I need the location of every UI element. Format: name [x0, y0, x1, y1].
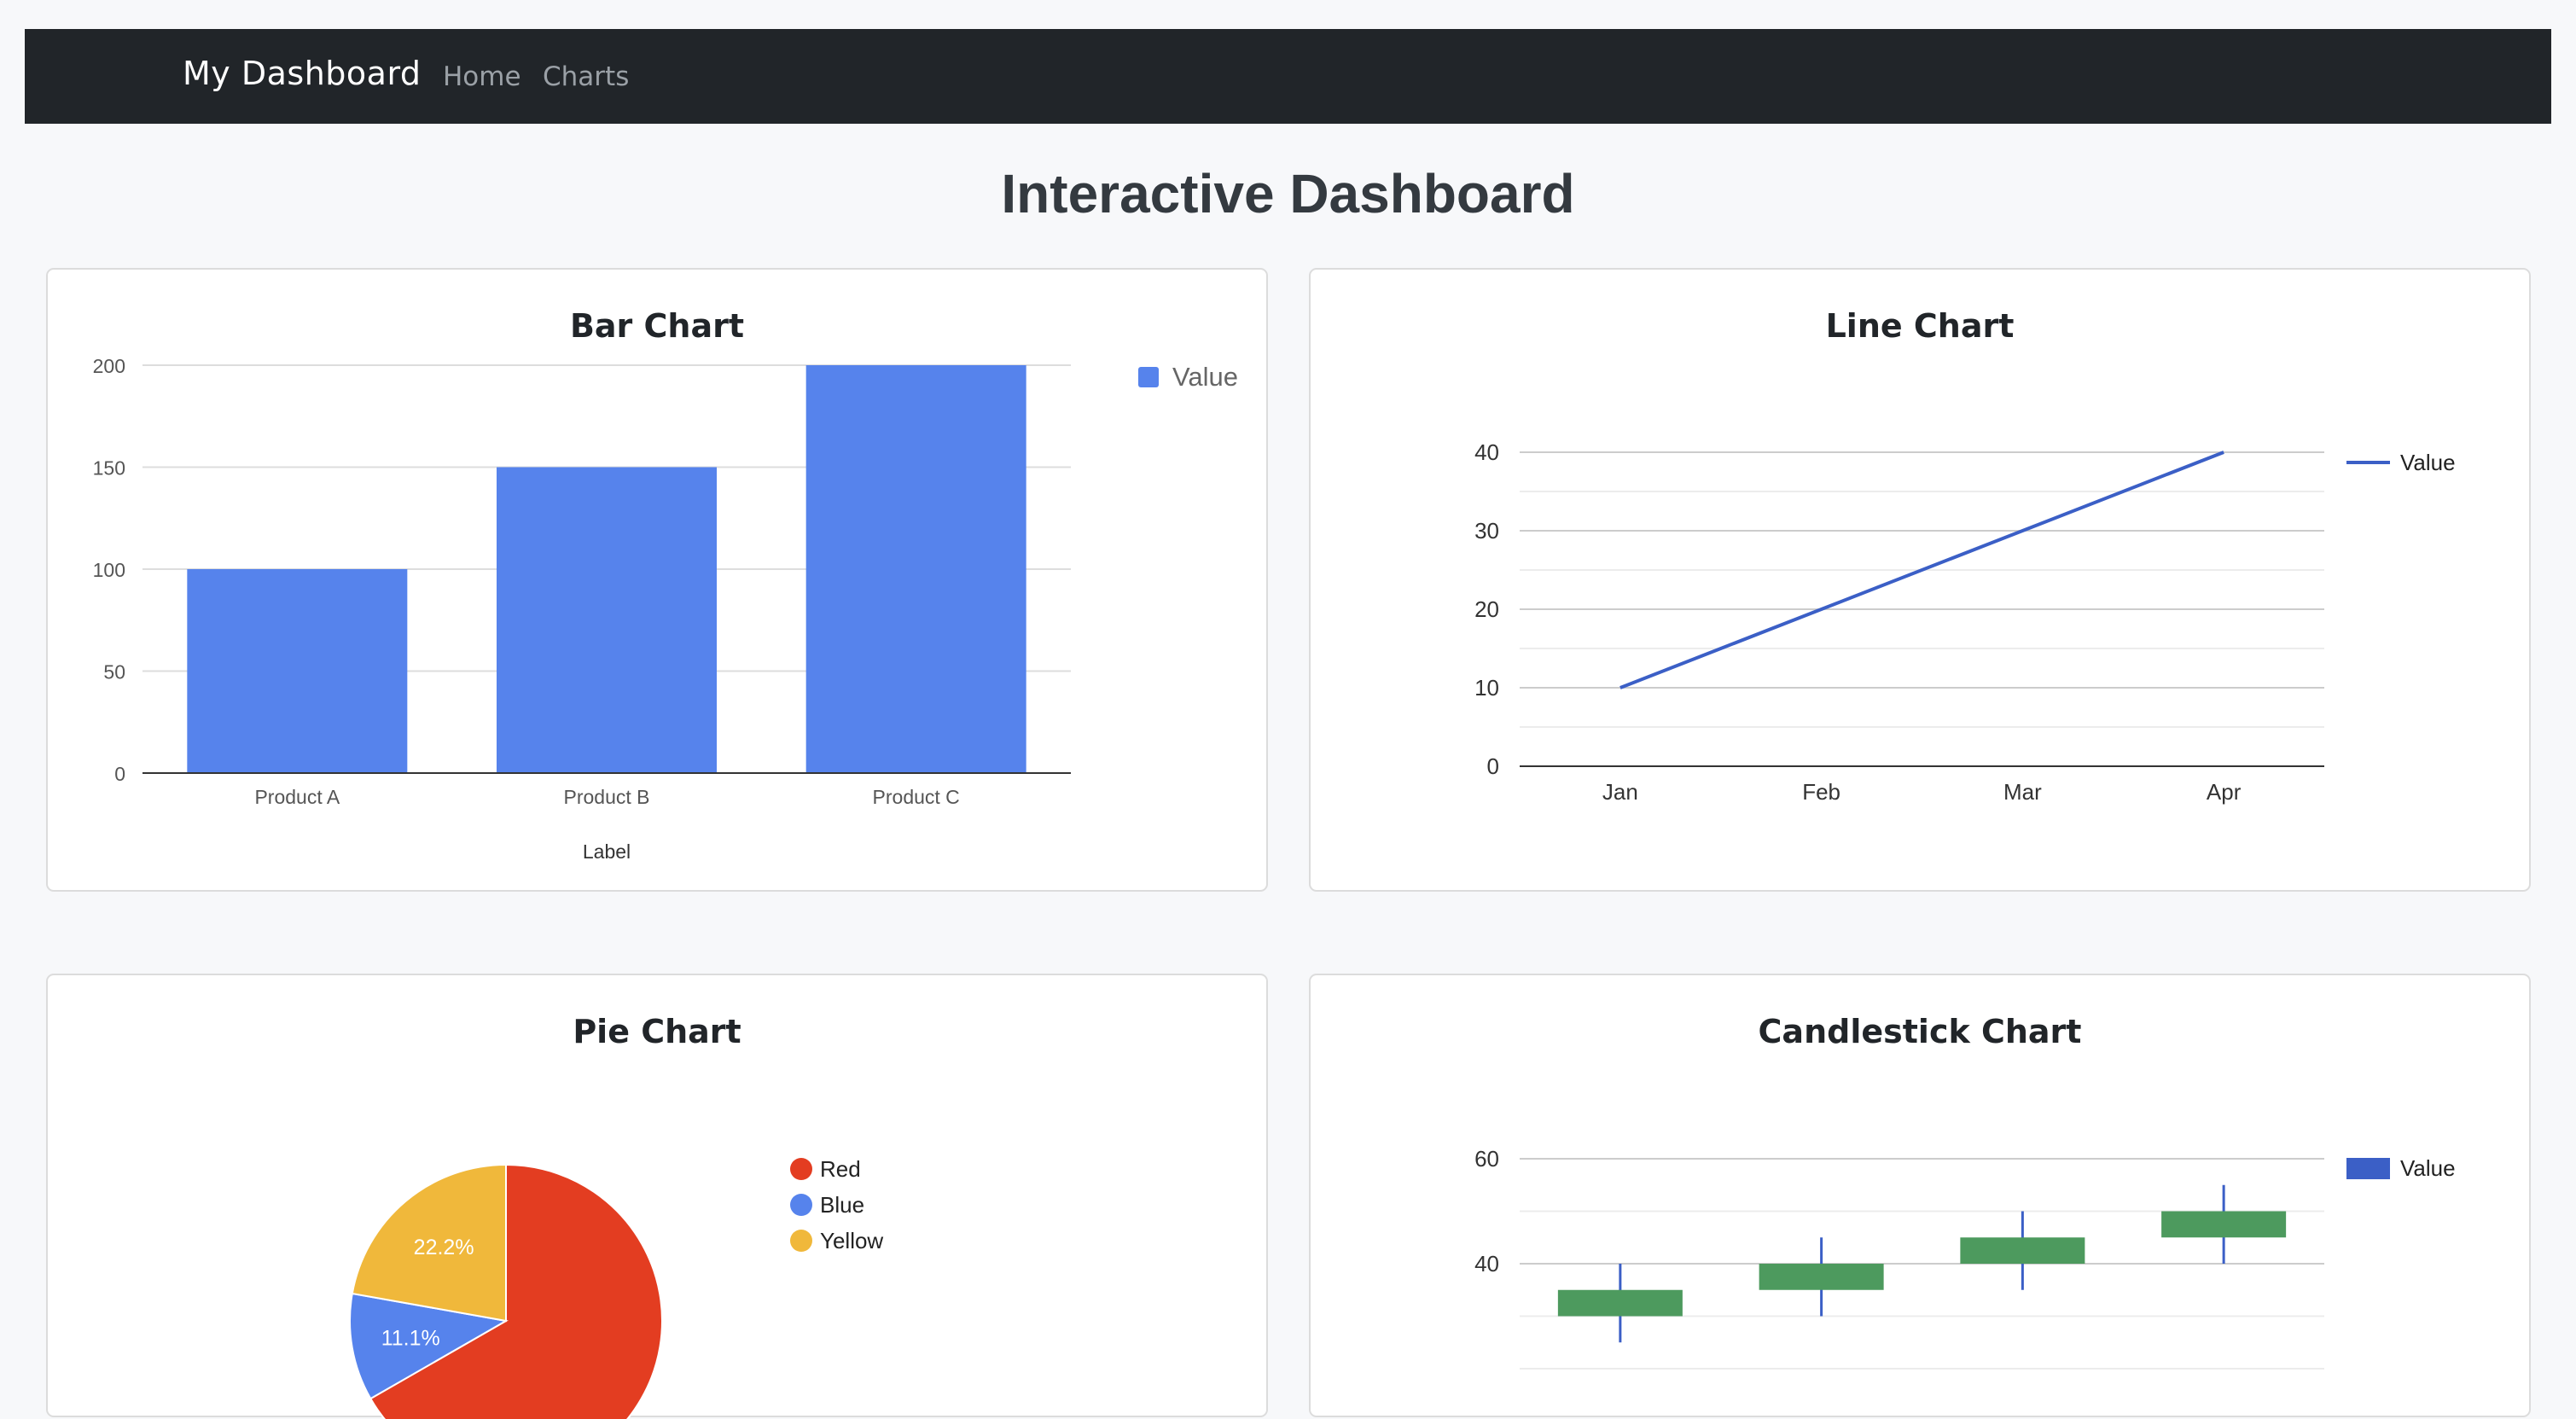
- line-y-tick-label: 0: [1487, 753, 1499, 779]
- line-y-tick-label: 40: [1474, 439, 1499, 465]
- bar-y-tick-label: 100: [93, 559, 125, 581]
- pie-legend-swatch: [790, 1230, 812, 1252]
- candle-y-tick-label: 40: [1474, 1251, 1499, 1277]
- line-chart-card: Line Chart 0 10 20 30 40 Jan Feb Mar Apr Value: [1309, 268, 2531, 892]
- bar-x-axis-label: Label: [583, 840, 631, 863]
- bar-y-tick-label: 0: [114, 763, 125, 785]
- line-x-tick-label: Mar: [2003, 779, 2042, 805]
- bar: [805, 365, 1026, 773]
- line-y-tick-label: 30: [1474, 518, 1499, 544]
- bar: [187, 569, 408, 773]
- nav-link-charts[interactable]: Charts: [543, 61, 629, 92]
- candle-body: [1960, 1237, 2085, 1264]
- candlestick-chart-card: Candlestick Chart 40 60 Value: [1309, 974, 2531, 1417]
- bar-y-tick-label: 50: [103, 661, 125, 683]
- bar-x-tick-label: Product B: [564, 786, 650, 808]
- line-x-tick-label: Apr: [2207, 779, 2242, 805]
- nav-link-home[interactable]: Home: [443, 61, 521, 92]
- candle-y-tick-label: 60: [1474, 1146, 1499, 1172]
- candle-legend-label: Value: [2400, 1155, 2456, 1181]
- navbar-brand[interactable]: My Dashboard: [183, 55, 422, 92]
- bar-legend-label: Value: [1172, 362, 1238, 392]
- pie-legend-label: Red: [820, 1156, 861, 1182]
- pie-chart: 11.1% 22.2% Red Blue Yellow: [349, 1156, 883, 1419]
- pie-chart-card: Pie Chart 11.1% 22.2% Red Blue Yellow: [46, 974, 1268, 1419]
- candle-legend-swatch: [2346, 1158, 2390, 1179]
- candlestick-chart: 40 60 Value: [1474, 1146, 2456, 1370]
- page-title: Interactive Dashboard: [1001, 163, 1575, 224]
- line-x-tick-label: Feb: [1802, 779, 1840, 805]
- bar-chart: 0 50 100 150 200 Product A Product B Product C L…: [93, 355, 1238, 863]
- bar-x-tick-label: Product A: [254, 786, 340, 808]
- bar-chart-card: Bar Chart 0 50 100 150 200 Product A Product B…: [46, 268, 1268, 892]
- line-y-tick-label: 20: [1474, 596, 1499, 622]
- bar-y-tick-label: 200: [93, 355, 125, 377]
- line-chart: 0 10 20 30 40 Jan Feb Mar Apr Value: [1474, 439, 2456, 805]
- candle-body: [2161, 1211, 2287, 1238]
- line-x-tick-label: Jan: [1602, 779, 1638, 805]
- pie-slice-label: 22.2%: [414, 1236, 474, 1259]
- candle-body: [1759, 1264, 1884, 1290]
- bar-legend-swatch: [1138, 367, 1159, 387]
- pie-legend-swatch: [790, 1194, 812, 1216]
- candle-body: [1557, 1289, 1683, 1317]
- pie-slice-label: 11.1%: [381, 1327, 440, 1351]
- navbar: My Dashboard Home Charts: [25, 29, 2551, 124]
- pie-legend-label: Yellow: [820, 1228, 883, 1253]
- pie-legend-swatch: [790, 1158, 812, 1180]
- pie-legend-label: Blue: [820, 1192, 864, 1218]
- bar-x-tick-label: Product C: [873, 786, 960, 808]
- line-legend-label: Value: [2400, 450, 2456, 475]
- bar: [497, 467, 717, 773]
- line-y-tick-label: 10: [1474, 675, 1499, 701]
- bar-y-tick-label: 150: [93, 457, 125, 480]
